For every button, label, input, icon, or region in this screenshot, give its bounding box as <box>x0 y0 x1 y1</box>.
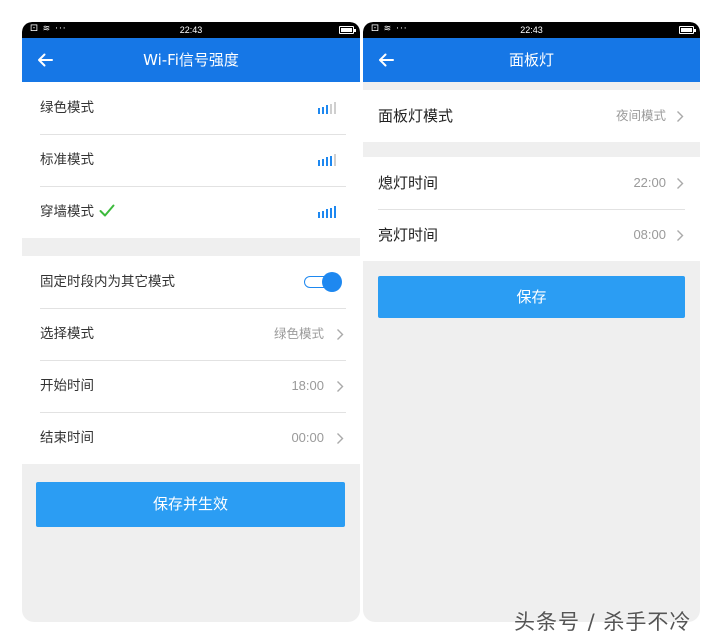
signal-bar <box>322 210 324 218</box>
signal-strength-icon <box>318 102 342 114</box>
panel-light-screen: ⚀ ≋ ··· 22:43 面板灯 面板灯模式 夜间模式 熄灯时间 22:00 … <box>363 22 700 622</box>
mode-list: 绿色模式 标准模式 穿墙模式 <box>22 82 360 238</box>
mode-label: 标准模式 <box>40 152 94 168</box>
lights-on-time-row[interactable]: 亮灯时间 08:00 <box>363 209 700 261</box>
checkmark-icon <box>99 204 115 217</box>
save-and-apply-button[interactable]: 保存并生效 <box>36 482 345 527</box>
mode-label: 穿墙模式 <box>40 186 115 238</box>
schedule-toggle-row: 固定时段内为其它模式 <box>22 256 360 308</box>
light-time-group: 熄灯时间 22:00 亮灯时间 08:00 <box>363 157 700 261</box>
signal-bar <box>334 206 336 218</box>
signal-strength-icon <box>318 206 342 218</box>
start-time-label: 开始时间 <box>40 378 94 394</box>
signal-bar <box>326 157 328 166</box>
signal-bar <box>330 103 332 114</box>
lights-off-value: 22:00 <box>633 175 666 190</box>
lights-on-label: 亮灯时间 <box>378 226 439 244</box>
end-time-label: 结束时间 <box>40 430 94 446</box>
section-divider <box>363 82 700 90</box>
signal-bar <box>318 212 320 218</box>
section-divider <box>22 238 360 256</box>
signal-bar <box>334 154 336 166</box>
battery-icon <box>679 26 696 34</box>
chevron-right-icon <box>337 329 344 340</box>
signal-bar <box>334 102 336 114</box>
lights-off-label: 熄灯时间 <box>378 174 439 192</box>
status-time: 22:43 <box>520 25 543 35</box>
signal-bar <box>318 160 320 166</box>
panel-mode-row[interactable]: 面板灯模式 夜间模式 <box>363 90 700 142</box>
signal-bar <box>318 108 320 114</box>
status-bar: ⚀ ≋ ··· 22:43 <box>22 22 360 38</box>
app-bar: Wi-Fi信号强度 <box>22 38 360 82</box>
app-bar: 面板灯 <box>363 38 700 82</box>
panel-mode-group: 面板灯模式 夜间模式 <box>363 90 700 142</box>
select-mode-label: 选择模式 <box>40 326 94 342</box>
lights-off-time-row[interactable]: 熄灯时间 22:00 <box>363 157 700 209</box>
chevron-right-icon <box>677 230 684 241</box>
mode-row-green[interactable]: 绿色模式 <box>22 82 360 134</box>
end-time-value: 00:00 <box>291 430 324 445</box>
start-time-row[interactable]: 开始时间 18:00 <box>22 360 360 412</box>
schedule-toggle-switch[interactable] <box>304 272 342 292</box>
mode-row-wall-penetrating[interactable]: 穿墙模式 <box>22 186 360 238</box>
chevron-right-icon <box>337 381 344 392</box>
status-bar: ⚀ ≋ ··· 22:43 <box>363 22 700 38</box>
select-mode-row[interactable]: 选择模式 绿色模式 <box>22 308 360 360</box>
chevron-right-icon <box>677 111 684 122</box>
chevron-right-icon <box>337 433 344 444</box>
lights-on-value: 08:00 <box>633 227 666 242</box>
status-time: 22:43 <box>179 25 203 35</box>
panel-mode-value: 夜间模式 <box>615 108 666 123</box>
start-time-value: 18:00 <box>291 378 324 393</box>
signal-bar <box>330 207 332 218</box>
page-title: 面板灯 <box>508 51 554 69</box>
wifi-signal-screen: ⚀ ≋ ··· 22:43 Wi-Fi信号强度 绿色模式 标准模式 穿墙模式 固… <box>22 22 360 622</box>
watermark: 头条号 / 杀手不冷 <box>514 610 692 634</box>
page-title: Wi-Fi信号强度 <box>143 51 239 69</box>
signal-bar <box>330 155 332 166</box>
toggle-label: 固定时段内为其它模式 <box>40 274 175 290</box>
section-divider <box>363 142 700 157</box>
signal-bar <box>326 209 328 218</box>
mode-label: 绿色模式 <box>40 100 94 116</box>
schedule-settings: 固定时段内为其它模式 选择模式 绿色模式 开始时间 18:00 结束时间 00:… <box>22 256 360 464</box>
save-button[interactable]: 保存 <box>378 276 685 318</box>
mode-row-standard[interactable]: 标准模式 <box>22 134 360 186</box>
end-time-row[interactable]: 结束时间 00:00 <box>22 412 360 464</box>
signal-bar <box>322 106 324 114</box>
signal-bar <box>326 105 328 114</box>
signal-bar <box>322 158 324 166</box>
battery-icon <box>339 26 356 34</box>
panel-mode-label: 面板灯模式 <box>378 107 454 125</box>
select-mode-value: 绿色模式 <box>273 326 324 341</box>
signal-strength-icon <box>318 154 342 166</box>
chevron-right-icon <box>677 178 684 189</box>
